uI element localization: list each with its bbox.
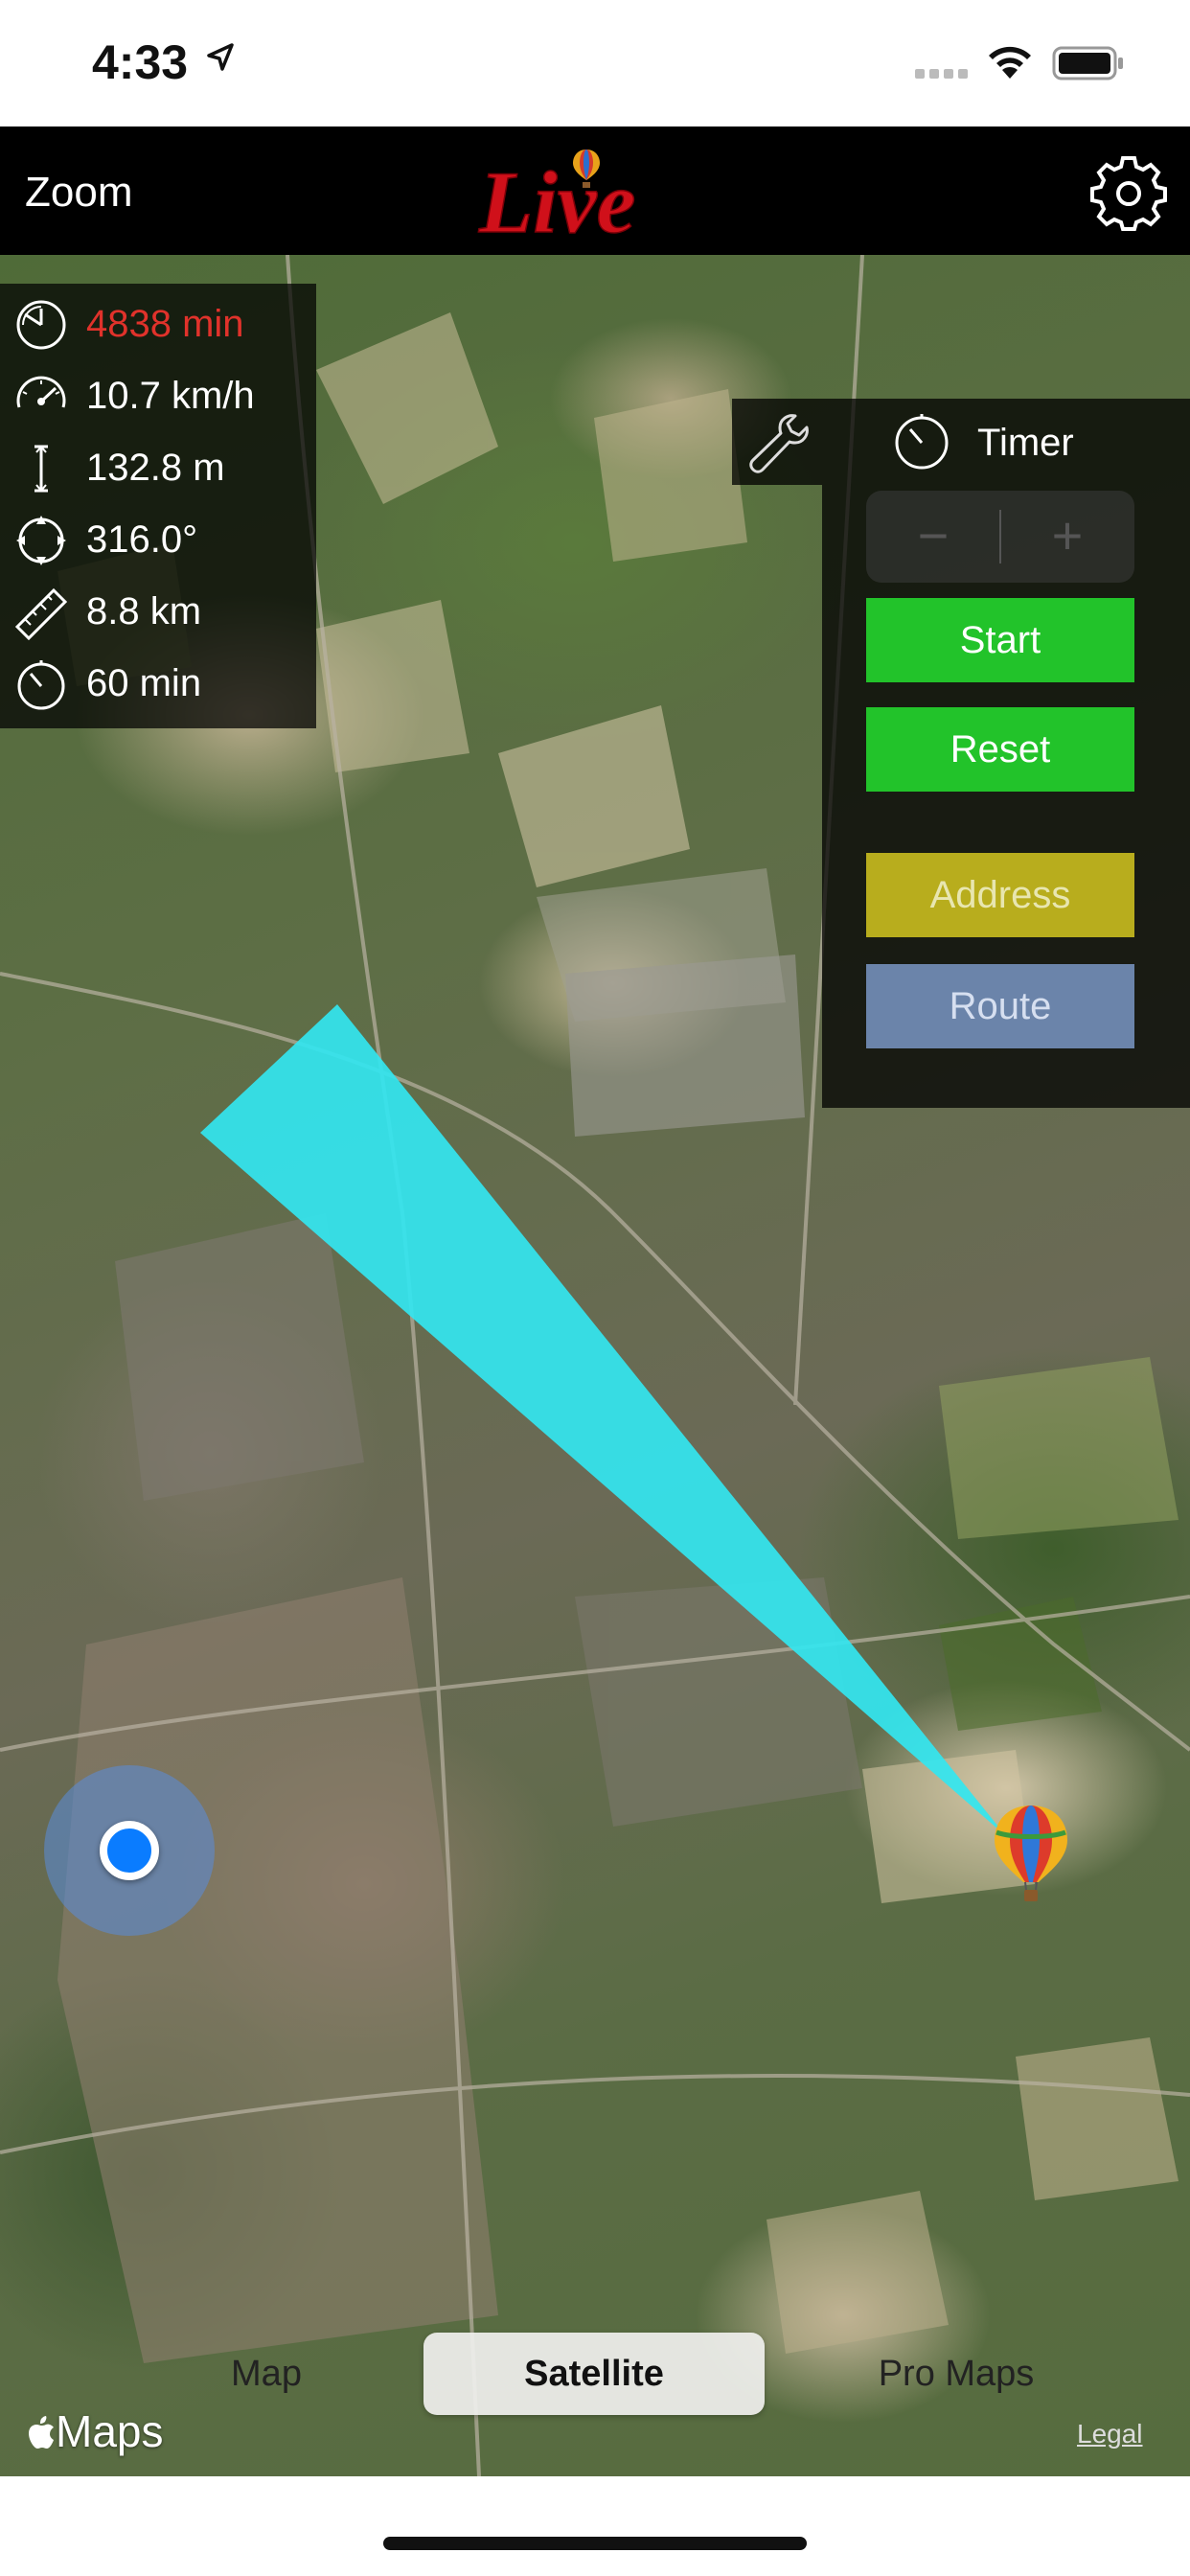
stat-elapsed: 4838 min bbox=[0, 288, 316, 359]
clock-elapsed-icon bbox=[16, 300, 66, 350]
flight-stats-panel: 4838 min 10.7 km/h 132.8 m 316.0° 8.8 km bbox=[0, 284, 316, 728]
start-button[interactable]: Start bbox=[866, 598, 1134, 682]
stat-elapsed-value: 4838 min bbox=[86, 303, 244, 345]
live-logo: Live bbox=[477, 150, 636, 251]
stepper-plus-button[interactable]: + bbox=[1000, 491, 1134, 583]
stat-timer-value: 60 min bbox=[86, 662, 202, 704]
maps-brand-text: Maps bbox=[56, 2406, 164, 2456]
svg-text:Live: Live bbox=[478, 153, 635, 251]
stat-heading: 316.0° bbox=[0, 503, 316, 575]
tools-tab[interactable] bbox=[732, 399, 822, 485]
stat-distance: 8.8 km bbox=[0, 575, 316, 647]
legal-link[interactable]: Legal bbox=[1077, 2419, 1143, 2450]
stopwatch-icon bbox=[895, 414, 949, 470]
stat-timer: 60 min bbox=[0, 647, 316, 719]
route-button[interactable]: Route bbox=[866, 964, 1134, 1048]
stat-distance-value: 8.8 km bbox=[86, 590, 202, 632]
location-arrow-icon bbox=[207, 43, 234, 71]
apple-maps-logo: Maps bbox=[27, 2405, 163, 2457]
gear-icon[interactable] bbox=[1090, 155, 1167, 232]
user-location-icon[interactable] bbox=[100, 1821, 159, 1880]
segment-pro-maps[interactable]: Pro Maps bbox=[793, 2333, 1119, 2415]
wrench-icon[interactable] bbox=[745, 410, 809, 473]
heading-icon bbox=[16, 516, 66, 565]
stat-altitude: 132.8 m bbox=[0, 431, 316, 503]
battery-icon bbox=[1052, 46, 1123, 80]
nav-bar: Zoom Live bbox=[0, 126, 1190, 255]
status-time: 4:33 bbox=[92, 35, 189, 89]
reset-button[interactable]: Reset bbox=[866, 707, 1134, 792]
timer-header: Timer bbox=[822, 399, 1190, 485]
timer-icon bbox=[17, 660, 65, 710]
stepper-minus-button[interactable]: − bbox=[866, 491, 1000, 583]
home-indicator[interactable] bbox=[383, 2537, 807, 2550]
speedometer-icon bbox=[16, 376, 66, 408]
address-button[interactable]: Address bbox=[866, 853, 1134, 937]
stat-speed: 10.7 km/h bbox=[0, 359, 316, 431]
apple-icon bbox=[29, 2416, 54, 2449]
status-bar: 4:33 bbox=[0, 0, 1190, 126]
signal-icon bbox=[915, 69, 968, 79]
hot-air-balloon-icon[interactable] bbox=[993, 1804, 1069, 1909]
map-type-segmented-control: Map Satellite Pro Maps bbox=[27, 2333, 1163, 2419]
timer-label: Timer bbox=[977, 422, 1074, 464]
wifi-icon bbox=[989, 46, 1031, 79]
stat-speed-value: 10.7 km/h bbox=[86, 375, 255, 417]
zoom-button[interactable]: Zoom bbox=[25, 169, 132, 217]
altitude-icon bbox=[34, 445, 48, 493]
bottom-safe-area bbox=[0, 2476, 1190, 2576]
segment-map[interactable]: Map bbox=[123, 2333, 410, 2415]
ruler-icon bbox=[14, 587, 68, 640]
timer-stepper[interactable]: − + bbox=[866, 491, 1134, 583]
stat-altitude-value: 132.8 m bbox=[86, 447, 225, 489]
segment-satellite[interactable]: Satellite bbox=[423, 2333, 765, 2415]
stat-heading-value: 316.0° bbox=[86, 518, 198, 561]
